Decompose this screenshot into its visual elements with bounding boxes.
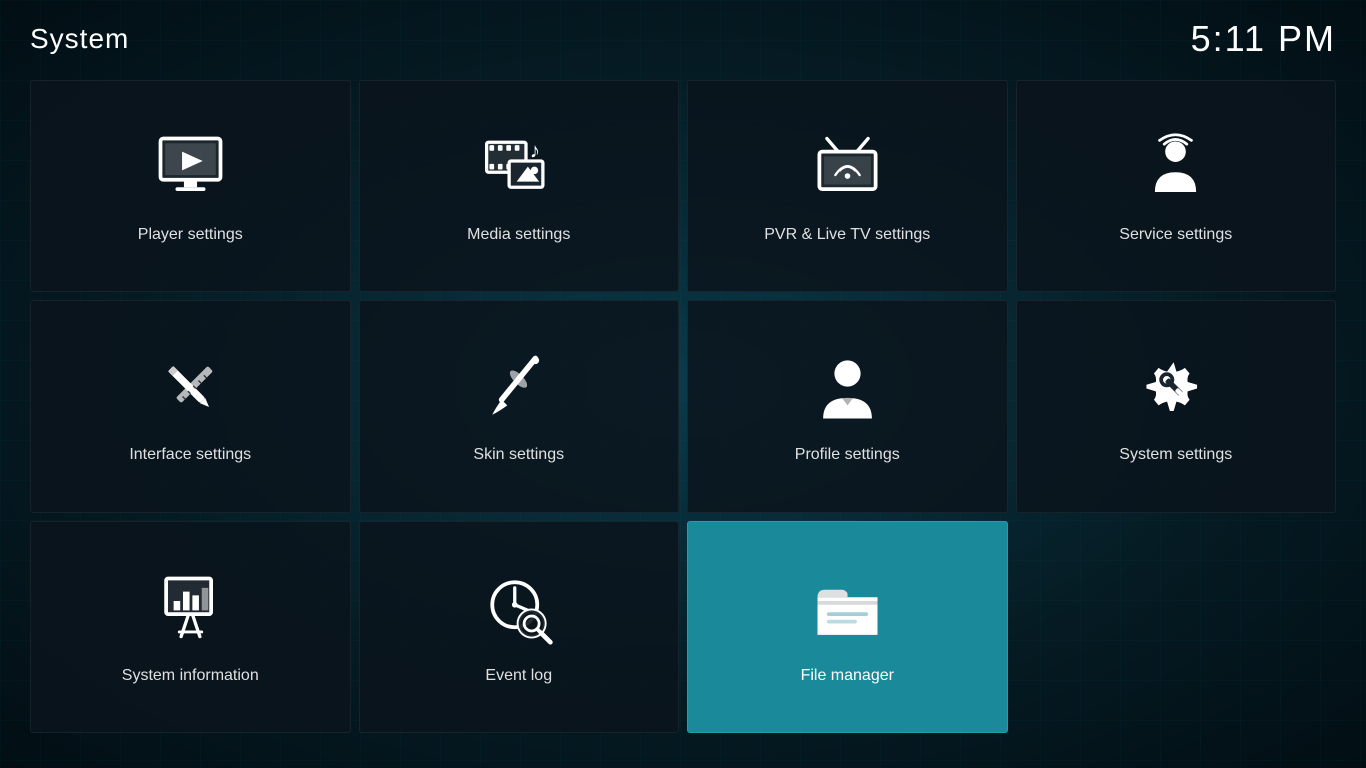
profile-icon: [807, 348, 887, 428]
pvr-settings-label: PVR & Live TV settings: [764, 226, 930, 244]
pvr-icon: [807, 128, 887, 208]
media-settings-label: Media settings: [467, 226, 570, 244]
event-log-label: Event log: [485, 667, 552, 685]
media-icon: ♪: [479, 128, 559, 208]
tile-system-settings[interactable]: System settings: [1016, 300, 1337, 512]
app-header: System 5:11 PM: [0, 0, 1366, 70]
player-icon: [150, 128, 230, 208]
eventlog-icon: [479, 569, 559, 649]
tile-event-log[interactable]: Event log: [359, 521, 680, 733]
tile-file-manager[interactable]: File manager: [687, 521, 1008, 733]
system-settings-icon: [1136, 348, 1216, 428]
tile-profile-settings[interactable]: Profile settings: [687, 300, 1008, 512]
app-title: System: [30, 23, 129, 55]
system-settings-label: System settings: [1119, 446, 1232, 464]
empty-tile: [1016, 521, 1337, 733]
tile-player-settings[interactable]: Player settings: [30, 80, 351, 292]
profile-settings-label: Profile settings: [795, 446, 900, 464]
tile-system-information[interactable]: System information: [30, 521, 351, 733]
system-information-label: System information: [122, 667, 259, 685]
file-manager-label: File manager: [801, 667, 894, 685]
settings-grid: Player settings: [0, 70, 1366, 763]
svg-text:♪: ♪: [530, 139, 540, 162]
sysinfo-icon: [150, 569, 230, 649]
service-settings-label: Service settings: [1119, 226, 1232, 244]
tile-media-settings[interactable]: ♪ Media settings: [359, 80, 680, 292]
interface-icon: [150, 348, 230, 428]
skin-icon: [479, 348, 559, 428]
player-settings-label: Player settings: [138, 226, 243, 244]
interface-settings-label: Interface settings: [129, 446, 251, 464]
filemanager-icon: [807, 569, 887, 649]
tile-skin-settings[interactable]: Skin settings: [359, 300, 680, 512]
skin-settings-label: Skin settings: [473, 446, 564, 464]
tile-pvr-settings[interactable]: PVR & Live TV settings: [687, 80, 1008, 292]
tile-service-settings[interactable]: Service settings: [1016, 80, 1337, 292]
service-icon: [1136, 128, 1216, 208]
clock: 5:11 PM: [1191, 18, 1336, 60]
tile-interface-settings[interactable]: Interface settings: [30, 300, 351, 512]
